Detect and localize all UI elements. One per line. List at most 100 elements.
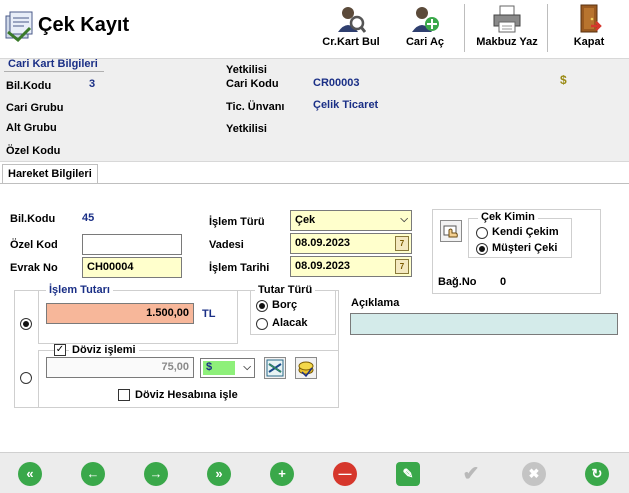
islem-tarihi-date-input[interactable]: 08.09.2023 7 xyxy=(290,256,412,277)
cari-kodu-value: CR00003 xyxy=(313,77,360,89)
evrak-no-input[interactable]: CH00004 xyxy=(82,257,182,278)
first-record-icon: « xyxy=(26,466,34,481)
aciklama-input[interactable] xyxy=(350,313,618,335)
cek-kimin-radio-kendi[interactable] xyxy=(476,227,488,239)
doviz-currency-select[interactable]: $ ⌵ xyxy=(200,358,255,378)
cancel-record-button[interactable]: ✖ xyxy=(522,462,546,486)
islem-turu-select[interactable]: Çek ⌵ xyxy=(290,210,412,231)
previous-record-icon: ← xyxy=(86,466,100,481)
bil-kodu-label: Bil.Kodu xyxy=(6,80,52,92)
aciklama-label: Açıklama xyxy=(351,297,400,309)
window-title: Çek Kayıt xyxy=(38,14,130,36)
user-search-icon xyxy=(338,7,366,33)
section-divider xyxy=(4,71,104,72)
cari-grubu-label: Cari Grubu xyxy=(6,102,64,114)
toolbar-separator xyxy=(547,4,548,52)
islem-turu-value: Çek xyxy=(295,214,316,226)
edit-record-icon: ✎ xyxy=(402,466,414,481)
cari-kart-panel: Cari Kart Bilgileri Bil.Kodu 3 Cari Grub… xyxy=(0,58,629,162)
islem-tutari-currency: TL xyxy=(202,308,216,320)
islem-turu-label: İşlem Türü xyxy=(209,216,265,228)
toolbar-label: Cari Aç xyxy=(405,36,445,48)
exchange-arrows-icon xyxy=(266,359,284,377)
save-record-button[interactable]: ✔ xyxy=(459,462,483,486)
refresh-button[interactable]: ↻ xyxy=(585,462,609,486)
hareket-bil-kodu-label: Bil.Kodu xyxy=(10,213,56,225)
bag-no-label: Bağ.No xyxy=(438,276,477,288)
cancel-x-icon: ✖ xyxy=(528,466,540,481)
toolbar-button-cari-ac[interactable]: Cari Aç xyxy=(400,2,450,56)
chevron-down-icon[interactable]: ⌵ xyxy=(400,214,408,225)
toolbar-label: Makbuz Yaz xyxy=(476,36,538,48)
doviz-currency-value: $ xyxy=(206,361,213,373)
tutar-turu-radio-alacak[interactable] xyxy=(256,318,268,330)
tutar-turu-radio-borc[interactable] xyxy=(256,300,268,312)
yetkilisi-top-label: Yetkilisi xyxy=(226,64,267,76)
doviz-amount-input[interactable]: 75,00 xyxy=(46,357,194,378)
cheque-logo-icon xyxy=(5,11,33,42)
ozel-kod-input[interactable] xyxy=(82,234,182,255)
add-record-button[interactable]: + xyxy=(270,462,294,486)
currency-symbol: $ xyxy=(560,73,567,87)
first-record-button[interactable]: « xyxy=(18,462,42,486)
last-record-button[interactable]: » xyxy=(207,462,231,486)
cek-kimin-title: Çek Kimin xyxy=(478,211,538,223)
tutar-turu-option-alacak: Alacak xyxy=(272,317,308,329)
toolbar-button-kapat[interactable]: Kapat xyxy=(562,2,616,56)
bil-kodu-value: 3 xyxy=(89,78,96,90)
currency-calc-button[interactable] xyxy=(295,357,317,379)
delete-record-icon: — xyxy=(338,466,352,481)
doviz-hesabina-isle-label: Döviz Hesabına işle xyxy=(135,389,238,401)
tab-hareket-bilgileri[interactable]: Hareket Bilgileri xyxy=(2,164,98,184)
hareket-bil-kodu-value: 45 xyxy=(82,212,95,224)
toolbar-label: Kapat xyxy=(573,36,605,48)
cek-kimin-radio-musteri[interactable] xyxy=(476,243,488,255)
evrak-no-label: Evrak No xyxy=(10,262,58,274)
printer-icon xyxy=(493,5,521,33)
hand-pointer-icon xyxy=(443,225,458,238)
cek-kimin-option-musteri: Müşteri Çeki xyxy=(492,242,558,254)
vadesi-value: 08.09.2023 xyxy=(295,237,351,249)
tab-strip-line xyxy=(0,183,629,184)
doviz-islemi-checkbox[interactable]: ✓ xyxy=(54,344,66,356)
ozel-kod-label: Özel Kod xyxy=(10,239,58,251)
add-record-icon: + xyxy=(278,466,286,481)
edit-record-button[interactable]: ✎ xyxy=(396,462,420,486)
alt-grubu-label: Alt Grubu xyxy=(6,122,57,134)
toolbar-label: Cr.Kart Bul xyxy=(322,36,380,48)
yetkilisi-label: Yetkilisi xyxy=(226,123,267,135)
calendar-icon[interactable]: 7 xyxy=(395,259,409,274)
islem-tutari-input[interactable]: 1.500,00 xyxy=(46,303,194,324)
ozel-kodu-label: Özel Kodu xyxy=(6,145,61,157)
doviz-hesabina-isle-checkbox[interactable] xyxy=(118,389,130,401)
window-header: Çek Kayıt Cr.Kart Bul Cari Aç Makbuz Yaz xyxy=(0,0,629,58)
islem-tarihi-label: İşlem Tarihi xyxy=(209,262,270,274)
bag-no-value: 0 xyxy=(500,276,507,288)
delete-record-button[interactable]: — xyxy=(333,462,357,486)
tutar-turu-title: Tutar Türü xyxy=(255,284,316,296)
cek-select-button[interactable] xyxy=(440,220,462,242)
tutar-turu-option-borc: Borç xyxy=(272,299,298,311)
record-navigation-bar: « ← → » + — ✎ ✔ ✖ ↻ xyxy=(0,452,629,493)
save-check-icon: ✔ xyxy=(462,463,480,485)
vadesi-date-input[interactable]: 08.09.2023 7 xyxy=(290,233,412,254)
exit-door-icon xyxy=(580,4,602,33)
calendar-icon[interactable]: 7 xyxy=(395,236,409,251)
chevron-down-icon[interactable]: ⌵ xyxy=(243,362,251,373)
exchange-rate-button[interactable] xyxy=(264,357,286,379)
doviz-radio[interactable] xyxy=(20,372,32,384)
next-record-button[interactable]: → xyxy=(144,462,168,486)
toolbar-separator xyxy=(464,4,465,52)
islem-tarihi-value: 08.09.2023 xyxy=(295,260,351,272)
previous-record-button[interactable]: ← xyxy=(81,462,105,486)
cari-kodu-label: Cari Kodu xyxy=(226,78,279,90)
refresh-icon: ↻ xyxy=(591,466,603,481)
next-record-icon: → xyxy=(149,466,163,481)
tic-unvani-label: Tic. Ünvanı xyxy=(226,101,285,113)
islem-tutari-radio[interactable] xyxy=(20,318,32,330)
coins-icon xyxy=(298,361,314,378)
tic-unvani-value: Çelik Ticaret xyxy=(313,99,379,111)
toolbar-button-makbuz-yaz[interactable]: Makbuz Yaz xyxy=(470,2,544,56)
user-add-icon xyxy=(412,7,439,32)
toolbar-button-cr-kart-bul[interactable]: Cr.Kart Bul xyxy=(318,2,384,56)
